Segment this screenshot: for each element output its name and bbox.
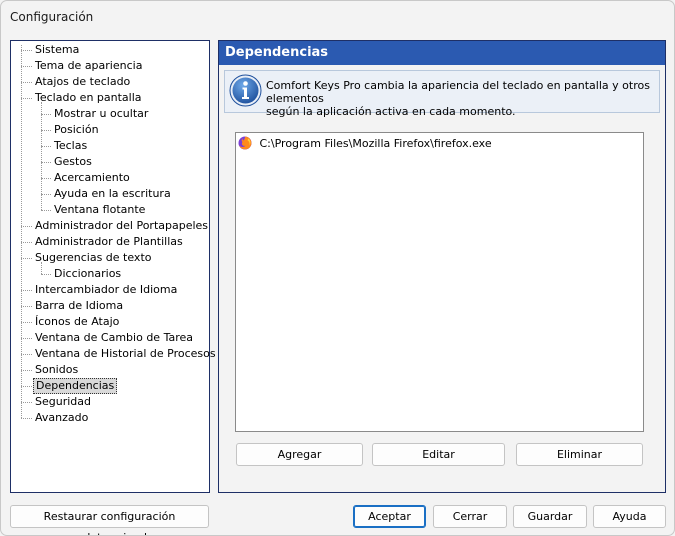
tree-guide-line bbox=[21, 290, 32, 291]
delete-button[interactable]: Eliminar bbox=[516, 443, 643, 466]
tree-guide-line bbox=[21, 306, 32, 307]
tree-guide-line bbox=[21, 338, 32, 339]
tree-guide-line bbox=[41, 178, 51, 179]
settings-tree[interactable]: Sistema Tema de apariencia Atajos de tecla… bbox=[10, 40, 216, 493]
help-button[interactable]: Ayuda bbox=[593, 505, 666, 528]
tree-item-seguridad[interactable]: Seguridad bbox=[33, 394, 93, 410]
firefox-icon bbox=[238, 136, 252, 150]
tree-item-gestos[interactable]: Gestos bbox=[52, 154, 94, 170]
tree-guide-line bbox=[21, 82, 32, 83]
tree-item-barra-de-idioma[interactable]: Barra de Idioma bbox=[33, 298, 125, 314]
tree-item-avanzado[interactable]: Avanzado bbox=[33, 410, 90, 426]
edit-button[interactable]: Editar bbox=[372, 443, 505, 466]
add-button[interactable]: Agregar bbox=[236, 443, 363, 466]
info-box: Comfort Keys Pro cambia la apariencia de… bbox=[224, 70, 660, 118]
tree-guide-line bbox=[21, 226, 32, 227]
tree-item-sonidos[interactable]: Sonidos bbox=[33, 362, 80, 378]
tree-guide-line bbox=[21, 386, 32, 387]
tree-item-intercambiador-de-idioma[interactable]: Intercambiador de Idioma bbox=[33, 282, 179, 298]
tree-guide-line bbox=[41, 130, 51, 131]
window-title: Configuración bbox=[10, 10, 94, 24]
tree-guide-line bbox=[41, 114, 51, 115]
tree-guide-line bbox=[21, 242, 32, 243]
tree-guide-line bbox=[41, 210, 51, 211]
tree-guide-line bbox=[21, 322, 32, 323]
tree-guide-line bbox=[21, 354, 32, 355]
tree-item-ayuda-en-la-escritura[interactable]: Ayuda en la escritura bbox=[52, 186, 173, 202]
save-button[interactable]: Guardar bbox=[513, 505, 587, 528]
tree-item-dependencias[interactable]: Dependencias bbox=[33, 378, 118, 394]
info-text-line2: según la aplicación activa en cada momen… bbox=[266, 105, 516, 118]
tree-item-sistema[interactable]: Sistema bbox=[33, 42, 81, 58]
tree-item-administrador-de-plantillas[interactable]: Administrador de Plantillas bbox=[33, 234, 185, 250]
tree-item-mostrar-u-ocultar[interactable]: Mostrar u ocultar bbox=[52, 106, 150, 122]
tree-item-ventana-de-cambio-de-tarea[interactable]: Ventana de Cambio de Tarea bbox=[33, 330, 195, 346]
tree-item-administrador-del-portapapeles[interactable]: Administrador del Portapapeles bbox=[33, 218, 210, 234]
tree-guide-line bbox=[21, 370, 32, 371]
tree-guide-line bbox=[41, 146, 51, 147]
dependencies-panel: Dependencias Comfort Keys Pro cambia la … bbox=[218, 40, 666, 493]
dependencies-list[interactable]: C:\Program Files\Mozilla Firefox\firefox… bbox=[235, 132, 644, 432]
info-text: Comfort Keys Pro cambia la apariencia de… bbox=[266, 79, 658, 118]
settings-window: Configuración Sistema Tema de apariencia A… bbox=[0, 0, 675, 536]
tree-guide-line bbox=[21, 66, 32, 67]
tree-item-atajos-de-teclado[interactable]: Atajos de teclado bbox=[33, 74, 132, 90]
restore-defaults-button[interactable]: Restaurar configuración predeterminada bbox=[10, 505, 209, 535]
tree-guide-line bbox=[21, 258, 32, 259]
tree-item-diccionarios[interactable]: Diccionarios bbox=[52, 266, 123, 282]
tree-guide-line bbox=[41, 274, 51, 275]
tree-guide-line bbox=[21, 45, 22, 418]
app-path: C:\Program Files\Mozilla Firefox\firefox… bbox=[259, 137, 492, 150]
tree-guide-line bbox=[21, 98, 32, 99]
tree-guide-line bbox=[21, 50, 32, 51]
tree-guide-line bbox=[21, 402, 32, 403]
tree-guide-line bbox=[41, 194, 51, 195]
tree-item-ventana-de-historial-de-procesos[interactable]: Ventana de Historial de Procesos bbox=[33, 346, 218, 362]
title-bar: Configuración bbox=[1, 1, 674, 35]
panel-title: Dependencias bbox=[219, 41, 665, 65]
info-icon bbox=[229, 74, 262, 107]
tree-item-tema-de-apariencia[interactable]: Tema de apariencia bbox=[33, 58, 144, 74]
tree-item-posicion[interactable]: Posición bbox=[52, 122, 101, 138]
tree-item-acercamiento[interactable]: Acercamiento bbox=[52, 170, 132, 186]
tree-item-iconos-de-atajo[interactable]: Íconos de Atajo bbox=[33, 314, 121, 330]
tree-guide-line bbox=[41, 162, 51, 163]
accept-button[interactable]: Aceptar bbox=[353, 505, 426, 528]
tree-item-teclado-en-pantalla[interactable]: Teclado en pantalla bbox=[33, 90, 144, 106]
tree-item-ventana-flotante[interactable]: Ventana flotante bbox=[52, 202, 147, 218]
tree-item-teclas[interactable]: Teclas bbox=[52, 138, 89, 154]
tree-guide-line bbox=[21, 418, 32, 419]
info-text-line1: Comfort Keys Pro cambia la apariencia de… bbox=[266, 79, 650, 105]
list-item[interactable]: C:\Program Files\Mozilla Firefox\firefox… bbox=[238, 136, 492, 152]
close-button[interactable]: Cerrar bbox=[433, 505, 507, 528]
tree-item-sugerencias-de-texto[interactable]: Sugerencias de texto bbox=[33, 250, 153, 266]
